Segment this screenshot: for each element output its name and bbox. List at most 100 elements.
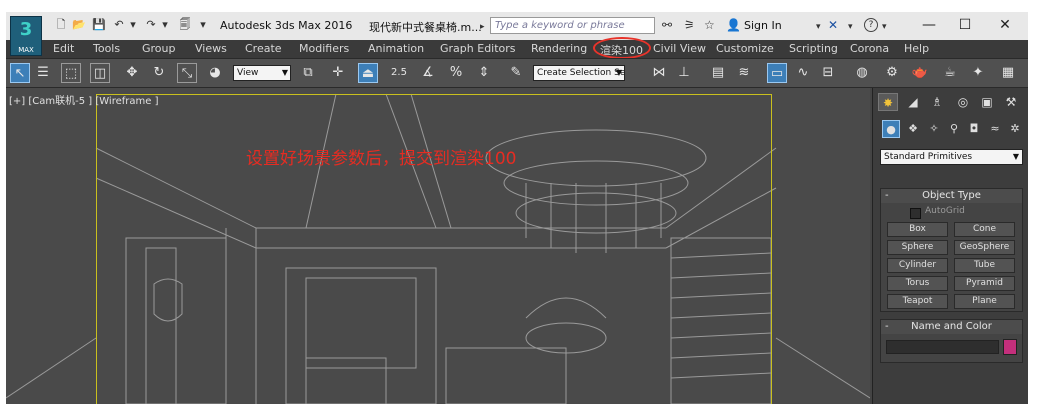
select-and-place-icon[interactable]: ◕ <box>205 63 225 83</box>
object-color-swatch[interactable] <box>1003 339 1017 355</box>
menu-tools[interactable]: Tools <box>93 42 120 55</box>
reference-coordinate-dropdown[interactable]: View ▼ <box>233 65 291 81</box>
camera-viewport[interactable]: [+] [Cam联机-5 ] [Wireframe ] 设置好场景参数后，提交到… <box>6 88 870 404</box>
render-setup-icon[interactable]: ⚙ <box>882 63 902 83</box>
undo-dropdown-icon[interactable]: ▾ <box>126 18 140 32</box>
motion-tab-icon[interactable]: ◎ <box>953 93 973 111</box>
pyramid-button[interactable]: Pyramid <box>954 276 1015 291</box>
menu-render100[interactable]: 渲染100 <box>600 42 643 58</box>
rendered-frame-window-icon[interactable]: 🫖 <box>910 63 930 83</box>
select-and-scale-icon[interactable]: ⤡ <box>177 63 197 83</box>
helpers-icon[interactable]: ◘ <box>965 120 983 138</box>
create-tab-icon[interactable]: ✸ <box>878 93 898 111</box>
render-production-icon[interactable]: ☕ <box>940 63 960 83</box>
snaps-toggle-icon[interactable]: 2.5 <box>389 63 409 83</box>
cone-button[interactable]: Cone <box>954 222 1015 237</box>
keyboard-shortcut-override-icon[interactable]: ⏏ <box>358 63 378 83</box>
menu-corona[interactable]: Corona <box>850 42 889 55</box>
percent-snap-icon[interactable]: % <box>446 63 466 83</box>
space-warps-icon[interactable]: ≈ <box>986 120 1004 138</box>
communication-center-icon[interactable]: ⚞ <box>684 18 695 32</box>
menu-modifiers[interactable]: Modifiers <box>299 42 349 55</box>
sign-in-dropdown-icon[interactable]: ▾ <box>816 20 821 34</box>
lights-icon[interactable]: ✧ <box>925 120 943 138</box>
tube-button[interactable]: Tube <box>954 258 1015 273</box>
select-and-move-icon[interactable]: ✥ <box>122 63 142 83</box>
app-menu-button[interactable]: 3 MAX <box>10 16 42 56</box>
menu-help[interactable]: Help <box>904 42 929 55</box>
spinner-snap-icon[interactable]: ⇕ <box>474 63 494 83</box>
modify-tab-icon[interactable]: ◢ <box>903 93 923 111</box>
display-tab-icon[interactable]: ▣ <box>977 93 997 111</box>
box-button[interactable]: Box <box>887 222 948 237</box>
curve-editor-icon[interactable]: ∿ <box>793 63 813 83</box>
scene-explorer-icon[interactable]: ≋ <box>734 63 754 83</box>
material-editor-icon[interactable]: ◍ <box>852 63 872 83</box>
angle-snap-icon[interactable]: ∡ <box>418 63 438 83</box>
geosphere-button[interactable]: GeoSphere <box>954 240 1015 255</box>
menu-graph-editors[interactable]: Graph Editors <box>440 42 516 55</box>
menu-scripting[interactable]: Scripting <box>789 42 838 55</box>
schematic-view-icon[interactable]: ⊟ <box>818 63 838 83</box>
select-by-name-icon[interactable]: ☰ <box>33 63 53 83</box>
graphite-ribbon-icon[interactable]: ▭ <box>767 63 787 83</box>
pivot-center-icon[interactable]: ⧉ <box>298 63 318 83</box>
name-and-color-header[interactable]: - Name and Color <box>881 320 1022 334</box>
utilities-tab-icon[interactable]: ⚒ <box>1001 93 1021 111</box>
favorites-star-icon[interactable]: ☆ <box>704 18 715 32</box>
search-expand-icon[interactable]: ▸ <box>480 20 485 34</box>
menu-animation[interactable]: Animation <box>368 42 424 55</box>
new-file-icon[interactable]: 🗋 <box>54 18 68 32</box>
primitive-category-dropdown[interactable]: Standard Primitives ▼ <box>880 149 1023 165</box>
save-file-icon[interactable]: 💾 <box>92 18 106 32</box>
menu-civil-view[interactable]: Civil View <box>653 42 706 55</box>
close-icon[interactable]: ✕ <box>990 15 1020 35</box>
viewport-label[interactable]: [+] [Cam联机-5 ] [Wireframe ] <box>9 92 158 107</box>
menu-edit[interactable]: Edit <box>53 42 74 55</box>
render-active-shade-icon[interactable]: ▦ <box>998 63 1018 83</box>
shapes-icon[interactable]: ❖ <box>904 120 922 138</box>
redo-dropdown-icon[interactable]: ▾ <box>158 18 172 32</box>
window-crossing-icon[interactable]: ◫ <box>90 63 110 83</box>
sphere-button[interactable]: Sphere <box>887 240 948 255</box>
menu-views[interactable]: Views <box>195 42 227 55</box>
systems-icon[interactable]: ✲ <box>1006 120 1024 138</box>
rectangular-selection-icon[interactable]: ⬚ <box>61 63 81 83</box>
exchange-dropdown-icon[interactable]: ▾ <box>848 20 853 34</box>
cylinder-button[interactable]: Cylinder <box>887 258 948 273</box>
menu-rendering[interactable]: Rendering <box>531 42 587 55</box>
autogrid-checkbox[interactable] <box>910 208 921 219</box>
torus-button[interactable]: Torus <box>887 276 948 291</box>
search-input[interactable] <box>490 17 655 34</box>
menu-customize[interactable]: Customize <box>716 42 774 55</box>
named-selection-dropdown[interactable]: Create Selection Se ▼ <box>533 65 625 81</box>
geometry-icon[interactable]: ● <box>882 120 900 138</box>
select-and-rotate-icon[interactable]: ↻ <box>149 63 169 83</box>
project-folder-icon[interactable]: 🗐 <box>178 18 192 32</box>
object-name-field[interactable] <box>886 340 999 354</box>
open-file-icon[interactable]: 📂 <box>72 18 86 32</box>
sign-in-link[interactable]: Sign In <box>744 19 782 32</box>
help-icon[interactable]: ? <box>864 18 878 32</box>
render-iterative-icon[interactable]: ✦ <box>968 63 988 83</box>
exchange-apps-icon[interactable]: ✕ <box>828 18 838 32</box>
menu-create[interactable]: Create <box>245 42 282 55</box>
binoculars-icon[interactable]: ⚯ <box>662 18 672 32</box>
teapot-button[interactable]: Teapot <box>887 294 948 309</box>
minimize-icon[interactable]: — <box>914 15 944 35</box>
layer-manager-icon[interactable]: ▤ <box>708 63 728 83</box>
edit-named-selection-icon[interactable]: ✎ <box>506 63 526 83</box>
mirror-icon[interactable]: ⋈ <box>649 63 669 83</box>
cameras-icon[interactable]: ⚲ <box>945 120 963 138</box>
help-dropdown-icon[interactable]: ▾ <box>882 20 887 34</box>
undo-icon[interactable]: ↶ <box>112 18 126 32</box>
maximize-icon[interactable]: ☐ <box>950 15 980 35</box>
align-icon[interactable]: ⊥ <box>674 63 694 83</box>
quick-access-dropdown-icon[interactable]: ▾ <box>196 18 210 32</box>
select-manipulate-icon[interactable]: ✛ <box>328 63 348 83</box>
menu-group[interactable]: Group <box>142 42 176 55</box>
plane-button[interactable]: Plane <box>954 294 1015 309</box>
hierarchy-tab-icon[interactable]: ♗ <box>927 93 947 111</box>
select-object-icon[interactable]: ↖ <box>10 63 30 83</box>
redo-icon[interactable]: ↷ <box>144 18 158 32</box>
